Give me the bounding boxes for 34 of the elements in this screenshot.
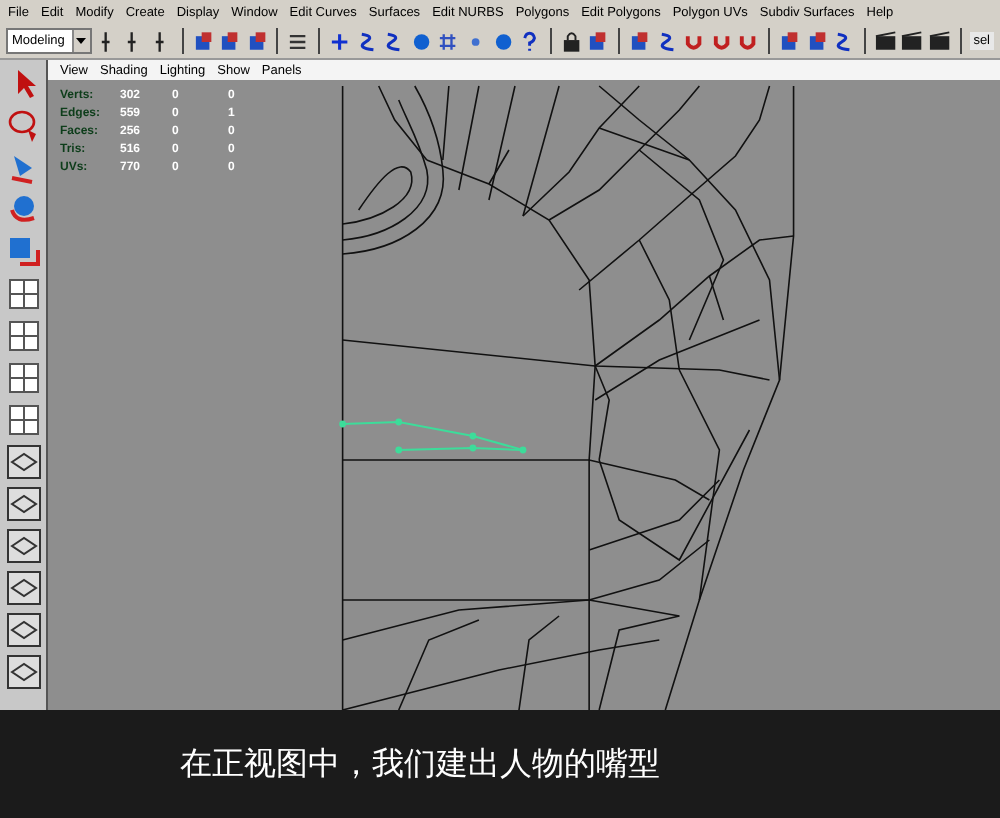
curve-icon[interactable] bbox=[832, 29, 856, 53]
cube-icon[interactable] bbox=[777, 29, 802, 53]
scale-tool-icon[interactable] bbox=[4, 232, 44, 272]
cube-icon[interactable] bbox=[805, 29, 829, 53]
cube-icon[interactable] bbox=[586, 29, 610, 53]
panel-layout-icon[interactable] bbox=[4, 610, 44, 650]
cube-icon[interactable] bbox=[218, 29, 242, 53]
panel-layout-icon[interactable] bbox=[4, 526, 44, 566]
sphere-icon[interactable] bbox=[491, 29, 515, 53]
sphere-icon[interactable] bbox=[409, 29, 433, 53]
layout-icon[interactable] bbox=[4, 358, 44, 398]
subtitle: 在正视图中，我们建出人物的嘴型 bbox=[180, 743, 660, 785]
plus-icon[interactable] bbox=[327, 29, 351, 53]
layout-icon[interactable] bbox=[4, 316, 44, 356]
layout-icon[interactable] bbox=[4, 400, 44, 440]
film-icon[interactable] bbox=[927, 29, 952, 53]
panel-layout-icon[interactable] bbox=[4, 568, 44, 608]
panel-layout-icon[interactable] bbox=[4, 442, 44, 482]
cube-icon[interactable] bbox=[191, 29, 215, 53]
lock-icon[interactable] bbox=[559, 29, 583, 53]
film-icon[interactable] bbox=[873, 29, 897, 53]
panel-layout-icon[interactable] bbox=[4, 484, 44, 524]
film-icon[interactable] bbox=[900, 29, 924, 53]
curve-icon[interactable] bbox=[355, 29, 379, 53]
cube-icon[interactable] bbox=[627, 29, 652, 53]
panel-layout-icon[interactable] bbox=[4, 652, 44, 692]
caret-icon bbox=[76, 38, 87, 44]
grid-icon[interactable] bbox=[436, 29, 460, 53]
layout-icon[interactable] bbox=[4, 274, 44, 314]
question-icon[interactable] bbox=[518, 29, 542, 53]
cube-icon[interactable] bbox=[245, 29, 269, 53]
lines-icon[interactable] bbox=[286, 29, 310, 53]
curve-icon[interactable] bbox=[382, 29, 406, 53]
curve-icon[interactable] bbox=[655, 29, 679, 53]
